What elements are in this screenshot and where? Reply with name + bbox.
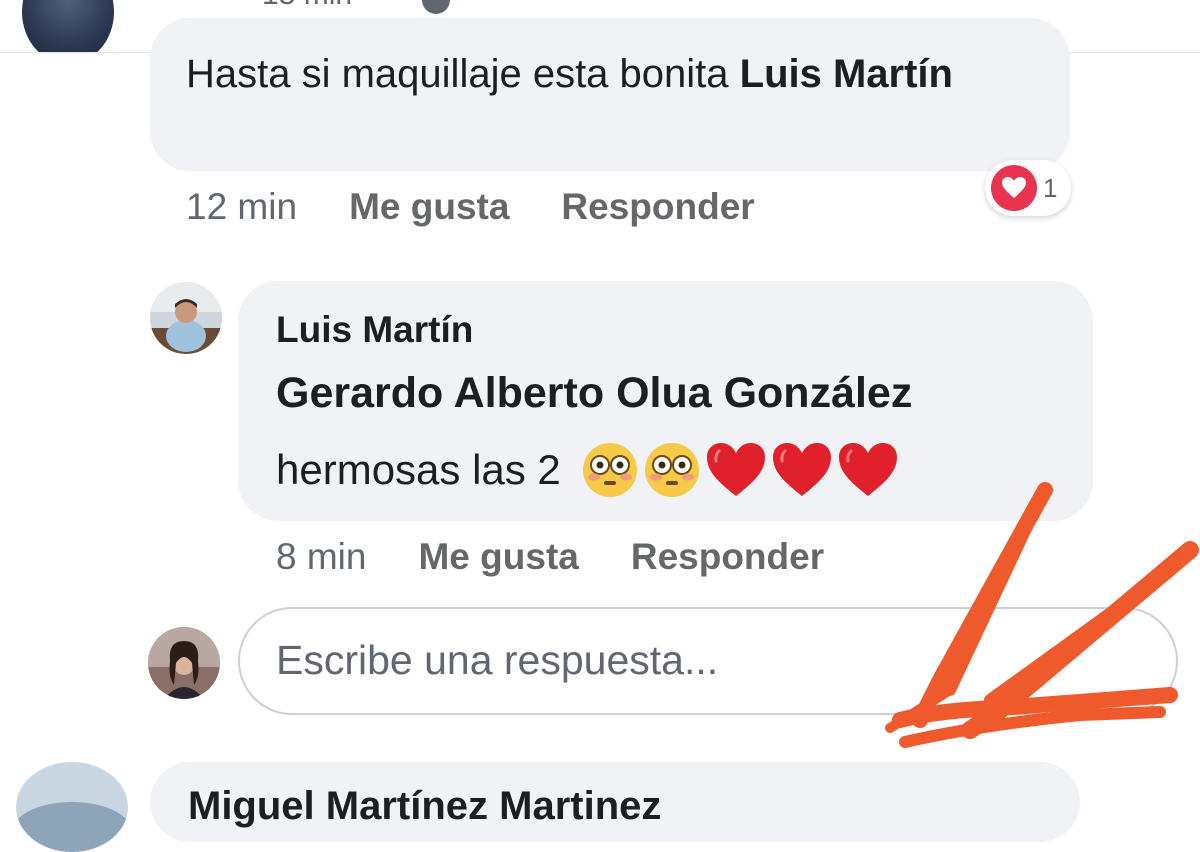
reply-actions: 8 min Me gusta Responder [276, 536, 876, 578]
mention-link[interactable]: Gerardo Alberto Olua González [276, 369, 912, 418]
miguel-avatar[interactable] [16, 762, 128, 852]
globe-icon [422, 0, 450, 14]
reply-time: 8 min [276, 536, 367, 577]
reply-author[interactable]: Luis Martín [276, 309, 473, 351]
like-button[interactable]: Me gusta [349, 186, 509, 228]
comment-actions: 12 min Me gusta Responder [186, 186, 807, 228]
luis-martin-avatar[interactable] [150, 282, 222, 354]
reaction-count: 1 [1043, 172, 1058, 203]
heart-icon [991, 165, 1037, 211]
red-heart-icon [706, 443, 765, 496]
comment-timestamp: 13 min [262, 0, 352, 12]
reply-placeholder: Escribe una respuesta... [276, 637, 719, 683]
comment-author[interactable]: Miguel Martínez Martinez [188, 784, 661, 829]
hand-drawn-arrow [885, 482, 1199, 748]
comment-text: Hasta si maquillaje esta bonita Luis Mar… [186, 46, 1066, 102]
comment-bubble: Miguel Martínez Martinez [150, 762, 1080, 842]
flushed-face-icon [644, 443, 699, 497]
reply-button[interactable]: Responder [631, 536, 824, 578]
current-user-avatar [148, 627, 220, 699]
reply-button[interactable]: Responder [561, 186, 754, 228]
flushed-face-icon [582, 443, 637, 497]
comment-body: Hasta si maquillaje esta bonita [186, 52, 740, 96]
comment-bubble: Hasta si maquillaje esta bonita Luis Mar… [150, 18, 1070, 171]
emoji-row [581, 441, 903, 499]
reply-body: hermosas las 2 [276, 446, 561, 493]
comment-time: 12 min [186, 186, 298, 227]
reply-text: hermosas las 2 [276, 441, 903, 499]
mention-link[interactable]: Luis Martín [740, 52, 953, 96]
reaction-badge[interactable]: 1 [985, 160, 1072, 216]
commenter-avatar[interactable] [22, 0, 114, 52]
red-heart-icon [772, 443, 831, 496]
like-button[interactable]: Me gusta [418, 536, 578, 578]
